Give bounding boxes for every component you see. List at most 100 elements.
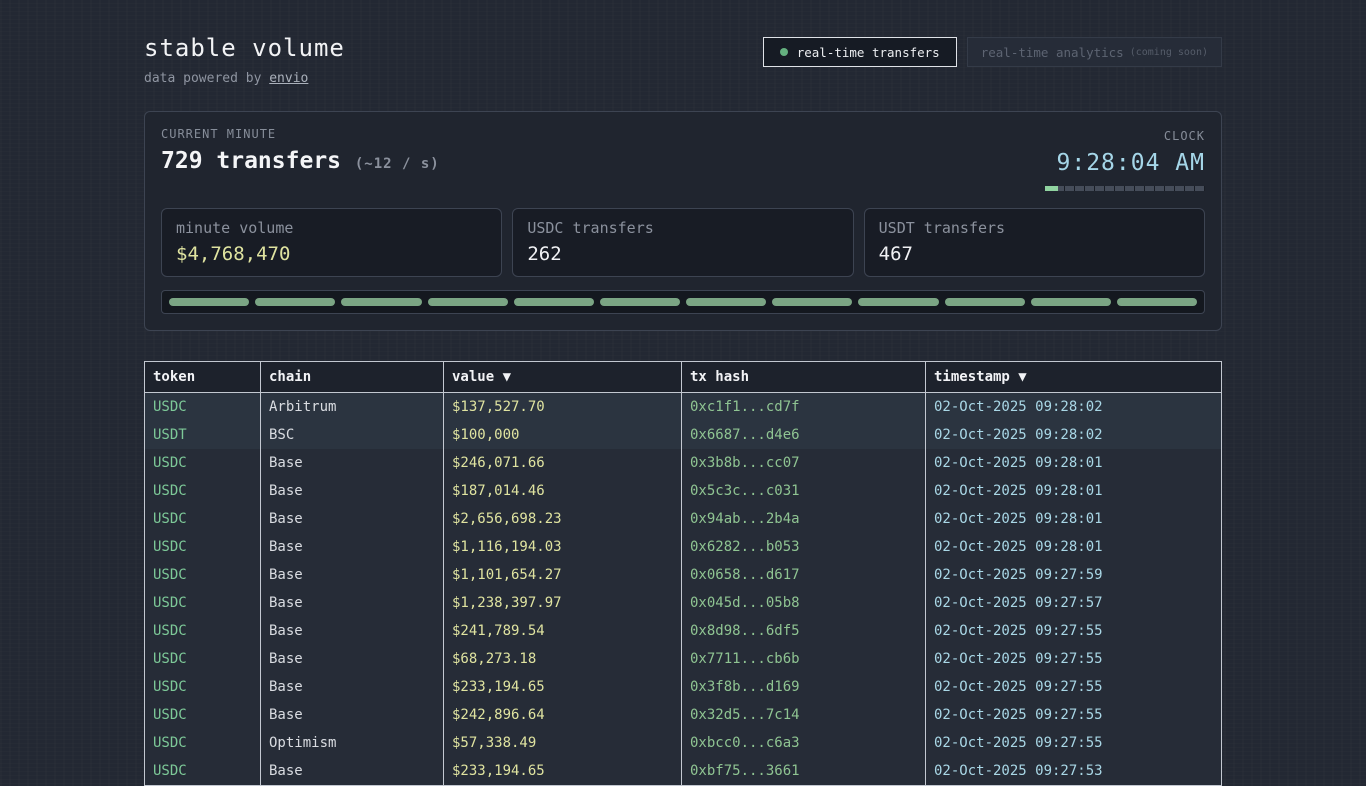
minute-segment xyxy=(945,298,1025,306)
chain-cell: Base xyxy=(261,645,444,673)
tx-hash-link[interactable]: 0xc1f1...cd7f xyxy=(682,393,926,422)
transfers-summary: CURRENT MINUTE 729 transfers (~12 / s) xyxy=(161,127,440,191)
minute-segment xyxy=(1031,298,1111,306)
tab-realtime-analytics: real-time analytics (coming soon) xyxy=(967,37,1222,67)
table-row: USDC Base $233,194.65 0x3f8b...d169 02-O… xyxy=(145,673,1222,701)
table-row: USDC Optimism $57,338.49 0xbcc0...c6a3 0… xyxy=(145,729,1222,757)
table-row: USDC Arbitrum $137,527.70 0xc1f1...cd7f … xyxy=(145,393,1222,422)
timestamp-cell: 02-Oct-2025 09:27:57 xyxy=(926,589,1222,617)
card-top-row: CURRENT MINUTE 729 transfers (~12 / s) C… xyxy=(161,127,1205,191)
column-header-chain: chain xyxy=(261,362,444,393)
token-cell: USDC xyxy=(145,729,261,757)
chain-cell: Base xyxy=(261,449,444,477)
chain-cell: BSC xyxy=(261,421,444,449)
transfers-count-value: 729 transfers xyxy=(161,148,341,174)
table-row: USDC Base $1,238,397.97 0x045d...05b8 02… xyxy=(145,589,1222,617)
token-cell: USDC xyxy=(145,561,261,589)
stat-box-usdt-transfers: USDT transfers 467 xyxy=(864,208,1205,277)
view-switcher: real-time transfers real-time analytics … xyxy=(763,37,1222,67)
table-body: USDC Arbitrum $137,527.70 0xc1f1...cd7f … xyxy=(145,393,1222,786)
timestamp-cell: 02-Oct-2025 09:28:01 xyxy=(926,449,1222,477)
token-cell: USDC xyxy=(145,673,261,701)
chain-cell: Base xyxy=(261,589,444,617)
minute-segment xyxy=(686,298,766,306)
column-header-timestamp-sort[interactable]: timestamp ▼ xyxy=(926,362,1222,393)
token-cell: USDC xyxy=(145,393,261,422)
chain-cell: Optimism xyxy=(261,729,444,757)
value-cell: $242,896.64 xyxy=(444,701,682,729)
page-container: stable volume data powered by envio real… xyxy=(144,0,1222,786)
value-cell: $233,194.65 xyxy=(444,757,682,786)
minute-segment xyxy=(600,298,680,306)
minute-segment xyxy=(514,298,594,306)
transfers-rate: (~12 / s) xyxy=(355,156,440,172)
minute-segment xyxy=(772,298,852,306)
current-minute-label: CURRENT MINUTE xyxy=(161,127,440,141)
tab-realtime-transfers[interactable]: real-time transfers xyxy=(763,37,957,67)
tx-hash-link[interactable]: 0x0658...d617 xyxy=(682,561,926,589)
envio-link[interactable]: envio xyxy=(269,71,308,86)
minute-segment xyxy=(428,298,508,306)
table-row: USDC Base $68,273.18 0x7711...cb6b 02-Oc… xyxy=(145,645,1222,673)
table-row: USDC Base $1,101,654.27 0x0658...d617 02… xyxy=(145,561,1222,589)
minute-segment xyxy=(341,298,421,306)
tx-hash-link[interactable]: 0x6282...b053 xyxy=(682,533,926,561)
tx-hash-link[interactable]: 0x94ab...2b4a xyxy=(682,505,926,533)
chain-cell: Base xyxy=(261,561,444,589)
timestamp-cell: 02-Oct-2025 09:27:55 xyxy=(926,701,1222,729)
token-cell: USDC xyxy=(145,589,261,617)
chain-cell: Base xyxy=(261,757,444,786)
transfers-count: 729 transfers (~12 / s) xyxy=(161,148,440,174)
transfers-table: token chain value ▼ tx hash timestamp ▼ … xyxy=(144,361,1222,786)
token-cell: USDC xyxy=(145,701,261,729)
tx-hash-link[interactable]: 0x6687...d4e6 xyxy=(682,421,926,449)
token-cell: USDC xyxy=(145,449,261,477)
timestamp-cell: 02-Oct-2025 09:27:59 xyxy=(926,561,1222,589)
value-cell: $137,527.70 xyxy=(444,393,682,422)
tx-hash-link[interactable]: 0x7711...cb6b xyxy=(682,645,926,673)
value-cell: $100,000 xyxy=(444,421,682,449)
current-minute-card: CURRENT MINUTE 729 transfers (~12 / s) C… xyxy=(144,111,1222,331)
timestamp-cell: 02-Oct-2025 09:28:01 xyxy=(926,505,1222,533)
timestamp-cell: 02-Oct-2025 09:27:55 xyxy=(926,645,1222,673)
tx-hash-link[interactable]: 0x8d98...6df5 xyxy=(682,617,926,645)
powered-by-text: data powered by xyxy=(144,71,269,86)
value-cell: $187,014.46 xyxy=(444,477,682,505)
timestamp-cell: 02-Oct-2025 09:27:53 xyxy=(926,757,1222,786)
tx-hash-link[interactable]: 0xbf75...3661 xyxy=(682,757,926,786)
stat-value: $4,768,470 xyxy=(176,243,487,265)
timestamp-cell: 02-Oct-2025 09:27:55 xyxy=(926,673,1222,701)
timestamp-cell: 02-Oct-2025 09:28:01 xyxy=(926,533,1222,561)
chain-cell: Base xyxy=(261,533,444,561)
minute-segment xyxy=(1117,298,1197,306)
token-cell: USDC xyxy=(145,645,261,673)
token-cell: USDT xyxy=(145,421,261,449)
minute-segments xyxy=(161,290,1205,314)
timestamp-cell: 02-Oct-2025 09:28:01 xyxy=(926,477,1222,505)
tx-hash-link[interactable]: 0x5c3c...c031 xyxy=(682,477,926,505)
tx-hash-link[interactable]: 0x045d...05b8 xyxy=(682,589,926,617)
timestamp-cell: 02-Oct-2025 09:28:02 xyxy=(926,393,1222,422)
value-cell: $233,194.65 xyxy=(444,673,682,701)
tx-hash-link[interactable]: 0x32d5...7c14 xyxy=(682,701,926,729)
token-cell: USDC xyxy=(145,505,261,533)
timestamp-cell: 02-Oct-2025 09:27:55 xyxy=(926,729,1222,757)
tx-hash-link[interactable]: 0x3f8b...d169 xyxy=(682,673,926,701)
column-header-token: token xyxy=(145,362,261,393)
table-header-row: token chain value ▼ tx hash timestamp ▼ xyxy=(145,362,1222,393)
minute-progress-bar xyxy=(1045,186,1205,191)
clock-progress-fill xyxy=(1045,186,1058,191)
value-cell: $1,101,654.27 xyxy=(444,561,682,589)
clock-panel: CLOCK 9:28:04 AM xyxy=(1045,127,1205,191)
token-cell: USDC xyxy=(145,533,261,561)
stat-label: USDT transfers xyxy=(879,219,1190,237)
column-header-value-sort[interactable]: value ▼ xyxy=(444,362,682,393)
table-row: USDC Base $233,194.65 0xbf75...3661 02-O… xyxy=(145,757,1222,786)
tx-hash-link[interactable]: 0x3b8b...cc07 xyxy=(682,449,926,477)
tx-hash-link[interactable]: 0xbcc0...c6a3 xyxy=(682,729,926,757)
table-row: USDT BSC $100,000 0x6687...d4e6 02-Oct-2… xyxy=(145,421,1222,449)
stat-box-usdc-transfers: USDC transfers 262 xyxy=(512,208,853,277)
chain-cell: Base xyxy=(261,701,444,729)
page-header: stable volume data powered by envio real… xyxy=(144,0,1222,86)
value-cell: $57,338.49 xyxy=(444,729,682,757)
